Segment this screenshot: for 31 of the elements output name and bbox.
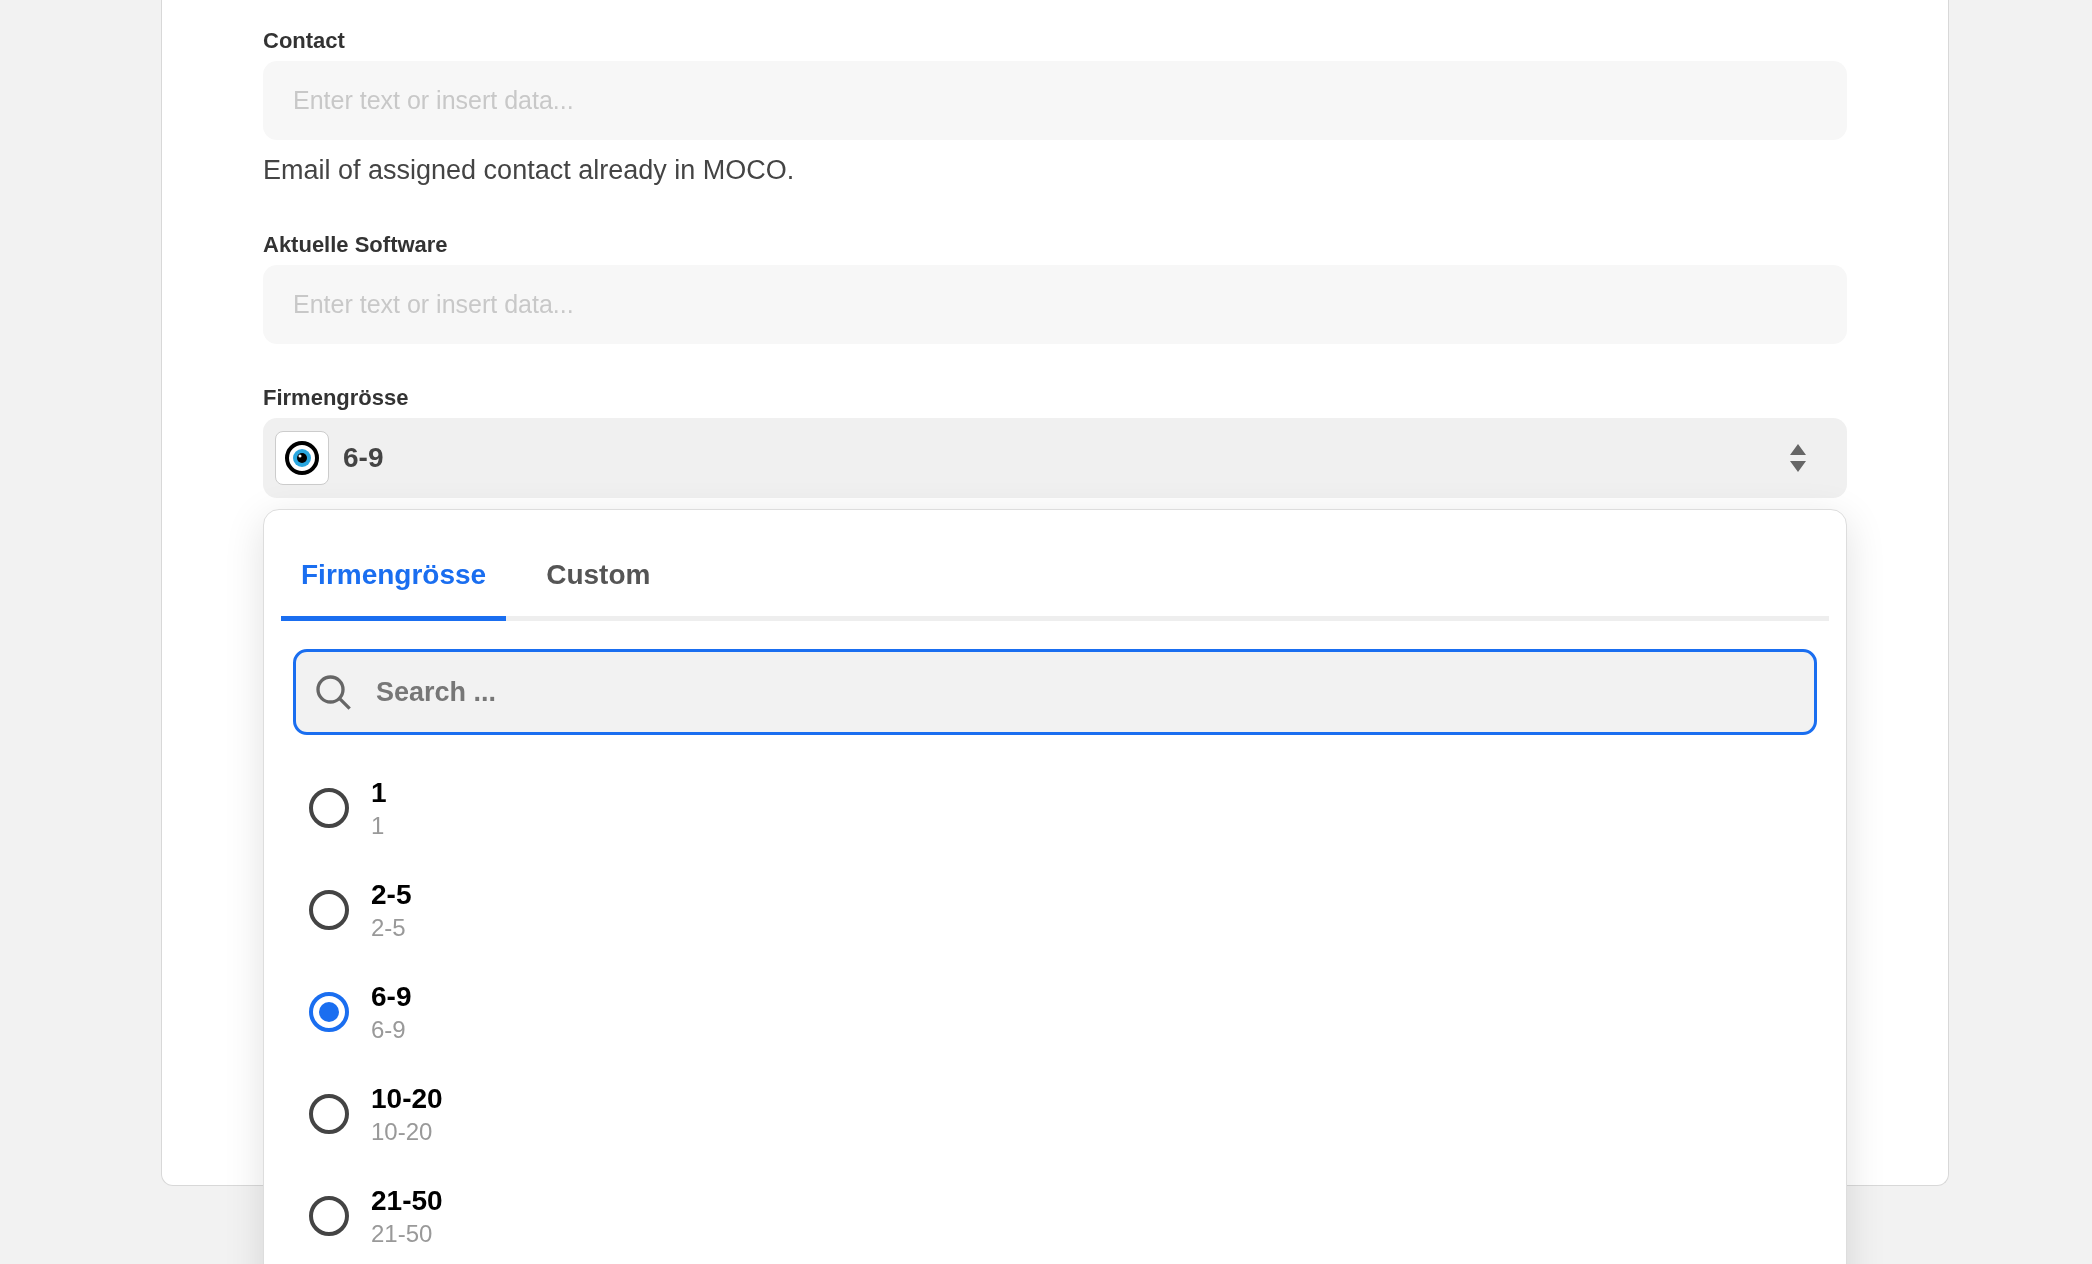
search-field[interactable]: Search ... xyxy=(293,649,1817,735)
select-field[interactable]: 6-9 xyxy=(263,417,1847,498)
option-title: 10-20 xyxy=(371,1082,443,1116)
option-item[interactable]: 1 1 xyxy=(281,757,1829,859)
radio-button[interactable] xyxy=(309,890,349,930)
option-item[interactable]: 21-50 21-50 xyxy=(281,1165,1829,1264)
option-subtitle: 10-20 xyxy=(371,1117,434,1147)
option-title: 21-50 xyxy=(371,1184,443,1218)
app-logo-icon xyxy=(275,430,329,485)
option-subtitle: 6-9 xyxy=(371,1015,407,1045)
search-icon xyxy=(313,672,353,712)
radio-button[interactable] xyxy=(309,992,349,1032)
option-subtitle: 21-50 xyxy=(371,1219,434,1249)
radio-button[interactable] xyxy=(309,1196,349,1236)
option-subtitle: 2-5 xyxy=(371,913,407,943)
option-item[interactable]: 10-20 10-20 xyxy=(281,1063,1829,1165)
selected-value: 6-9 xyxy=(343,440,384,475)
tab[interactable]: Custom xyxy=(526,554,671,621)
radio-button[interactable] xyxy=(309,1094,349,1134)
option-item[interactable]: 2-5 2-5 xyxy=(281,859,1829,961)
option-title: 1 xyxy=(371,776,387,810)
field-label: Firmengrösse xyxy=(263,383,410,412)
option-subtitle: 1 xyxy=(371,811,386,841)
tab[interactable]: Firmengrösse xyxy=(281,554,507,621)
help-text: Email of assigned contact already in MOCO. xyxy=(263,154,796,187)
field-label: Aktuelle Software xyxy=(263,230,449,259)
option-title: 6-9 xyxy=(371,980,412,1014)
option-item[interactable]: 6-9 6-9 xyxy=(281,961,1829,1063)
field-label: Contact xyxy=(263,27,346,55)
radio-button[interactable] xyxy=(309,788,349,828)
option-title: 2-5 xyxy=(371,878,412,912)
